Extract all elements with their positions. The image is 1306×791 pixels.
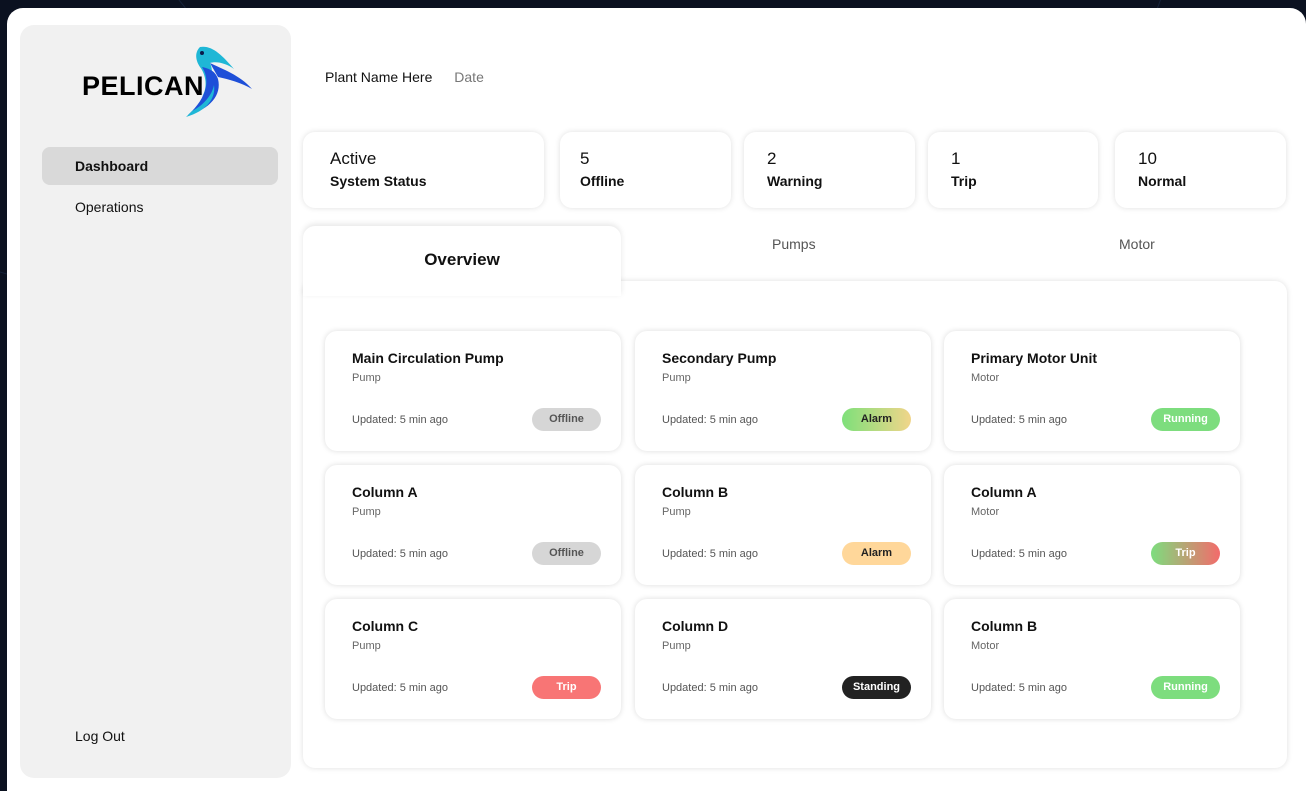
equipment-card[interactable]: Column D Pump Updated: 5 min ago Standin… [635,599,931,719]
equipment-name: Column A [352,484,418,500]
sidebar-item-operations[interactable]: Operations [42,188,278,226]
equipment-name: Main Circulation Pump [352,350,504,366]
stat-card-offline: 5 Offline [560,132,731,208]
equipment-card[interactable]: Primary Motor Unit Motor Updated: 5 min … [944,331,1240,451]
updated-time: Updated: 5 min ago [971,548,1068,560]
equipment-type: Pump [662,372,691,384]
pelican-logo: PELICAN [82,45,252,125]
stat-label: Offline [580,173,625,189]
status-badge: Standing [842,676,911,699]
stat-card-trip: 1 Trip [928,132,1098,208]
equipment-name: Column B [662,484,729,500]
equipment-name: Primary Motor Unit [971,350,1098,366]
equipment-type: Pump [352,640,381,652]
stat-value: 5 [580,149,590,168]
sidebar: PELICAN Dashboard Operations Log Out [20,25,291,778]
status-badge: Trip [1151,542,1220,565]
equipment-type: Motor [971,372,1000,384]
stat-card-system-status: Active System Status [303,132,544,208]
equipment-type: Pump [352,506,381,518]
updated-time: Updated: 5 min ago [352,548,449,560]
stat-value: 1 [951,149,961,168]
equipment-name: Column C [352,618,419,634]
stat-card-normal: 10 Normal [1115,132,1286,208]
pelican-bird-icon [186,46,252,117]
stat-value: Active [330,149,377,168]
equipment-card[interactable]: Column B Pump Updated: 5 min ago Alarm [635,465,931,585]
tab-pumps[interactable]: Pumps [772,236,816,252]
status-badge: Offline [532,408,601,431]
equipment-name: Column B [971,618,1038,634]
equipment-name: Column D [662,618,729,634]
stat-label: Trip [951,173,977,189]
status-badge: Running [1151,408,1220,431]
app-window: PELICAN Dashboard Operations Log Out Pla… [7,8,1306,791]
status-badge: Alarm [842,542,911,565]
stat-label: Normal [1138,173,1187,189]
stat-label: Warning [767,173,823,189]
logout-button[interactable]: Log Out [75,728,125,744]
equipment-type: Pump [352,372,381,384]
equipment-card[interactable]: Column A Motor Updated: 5 min ago Trip [944,465,1240,585]
equipment-type: Pump [662,640,691,652]
page-header: Plant Name Here Date [325,69,484,85]
equipment-card[interactable]: Main Circulation Pump Pump Updated: 5 mi… [325,331,621,451]
tab-connector [303,278,621,292]
sidebar-item-dashboard[interactable]: Dashboard [42,147,278,185]
updated-time: Updated: 5 min ago [352,414,449,426]
equipment-card[interactable]: Column B Motor Updated: 5 min ago Runnin… [944,599,1240,719]
equipment-type: Pump [662,506,691,518]
plant-name: Plant Name Here [325,69,433,85]
equipment-name: Secondary Pump [662,350,777,366]
stat-card-warning: 2 Warning [744,132,915,208]
updated-time: Updated: 5 min ago [662,682,759,694]
stat-value: 10 [1138,149,1157,168]
status-badge: Trip [532,676,601,699]
equipment-card[interactable]: Column C Pump Updated: 5 min ago Trip [325,599,621,719]
equipment-name: Column A [971,484,1037,500]
updated-time: Updated: 5 min ago [971,682,1068,694]
status-badge: Alarm [842,408,911,431]
stat-label: System Status [330,173,427,189]
stat-value: 2 [767,149,777,168]
equipment-card[interactable]: Column A Pump Updated: 5 min ago Offline [325,465,621,585]
equipment-card[interactable]: Secondary Pump Pump Updated: 5 min ago A… [635,331,931,451]
header-date: Date [454,69,484,85]
tab-motor[interactable]: Motor [1119,236,1155,252]
equipment-type: Motor [971,640,1000,652]
updated-time: Updated: 5 min ago [662,548,759,560]
updated-time: Updated: 5 min ago [352,682,449,694]
status-badge: Running [1151,676,1220,699]
updated-time: Updated: 5 min ago [971,414,1068,426]
updated-time: Updated: 5 min ago [662,414,759,426]
equipment-type: Motor [971,506,1000,518]
status-badge: Offline [532,542,601,565]
